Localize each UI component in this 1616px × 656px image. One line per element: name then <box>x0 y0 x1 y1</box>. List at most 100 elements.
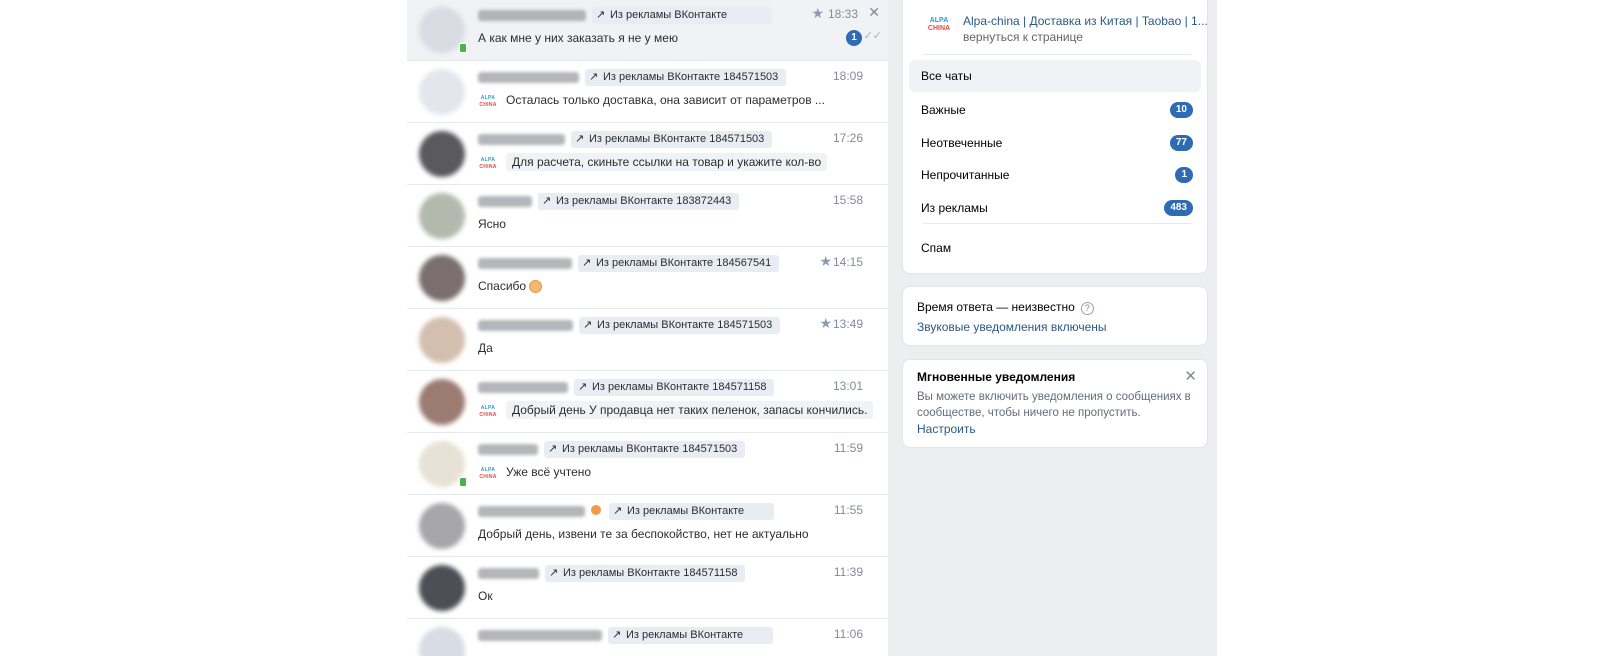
sound-notifications-link[interactable]: Звуковые уведомления включены <box>917 320 1107 334</box>
folder-count-badge: 483 <box>1164 200 1193 216</box>
ad-source-text: Из рекламы ВКонтакте <box>610 9 728 21</box>
chat-row[interactable]: ↗ Из рекламы ВКонтакте 184567541 ★ 14:15 Спа… <box>407 247 888 309</box>
arrow-up-right-icon: ↗ <box>582 257 592 269</box>
chat-row[interactable]: ↗ Из рекламы ВКонтакте 11:55 Добрый день, и… <box>407 495 888 557</box>
chat-row[interactable]: ↗ Из рекламы ВКонтакте 184571158 11:39 Ок <box>407 557 888 619</box>
avatar[interactable] <box>419 379 465 425</box>
message-time: 11:06 <box>833 627 863 641</box>
chat-row[interactable]: ↗ Из рекламы ВКонтакте 11:06 <box>407 619 888 656</box>
ad-source-badge[interactable]: ↗ Из рекламы ВКонтакте <box>608 627 773 644</box>
ad-source-text: Из рекламы ВКонтакте 184571503 <box>562 443 738 455</box>
ad-source-badge[interactable]: ↗ Из рекламы ВКонтакте 184571503 <box>585 69 787 86</box>
contact-name[interactable] <box>478 134 565 145</box>
contact-name[interactable] <box>478 320 573 331</box>
message-preview: А как мне у них заказать я не у мею <box>478 31 678 45</box>
avatar[interactable] <box>419 131 465 177</box>
ad-source-badge[interactable]: ↗ Из рекламы ВКонтакте <box>592 7 772 24</box>
avatar[interactable] <box>419 503 465 549</box>
group-logo[interactable]: ALPA CHINA <box>923 17 955 43</box>
arrow-up-right-icon: ↗ <box>589 71 599 83</box>
ad-source-text: Из рекламы ВКонтакте 184571503 <box>597 319 773 331</box>
contact-name[interactable] <box>478 444 538 455</box>
folder-item[interactable]: Все чаты <box>909 60 1201 92</box>
avatar[interactable] <box>419 69 465 115</box>
message-preview: Уже всё учтено <box>506 465 591 479</box>
folder-item[interactable]: Неотвеченные 77 <box>909 127 1201 159</box>
folder-label: Важные <box>921 103 966 117</box>
group-title-link[interactable]: Alpa-china | Доставка из Китая | Taobao … <box>963 14 1208 28</box>
ad-source-text: Из рекламы ВКонтакте <box>626 629 744 641</box>
chat-row[interactable]: ↗ Из рекламы ВКонтакте 184571503 ★ 13:49 Да <box>407 309 888 371</box>
folder-label: Из рекламы <box>921 201 988 215</box>
help-icon[interactable]: ? <box>1080 302 1094 315</box>
right-panel: ALPA CHINA Alpa-china | Доставка из Китая… <box>888 0 1217 656</box>
ad-source-badge[interactable]: ↗ Из рекламы ВКонтакте 184571158 <box>574 379 775 396</box>
ad-source-badge[interactable]: ↗ Из рекламы ВКонтакте <box>609 503 774 520</box>
ad-source-text: Из рекламы ВКонтакте 184571158 <box>592 381 767 393</box>
message-preview: Добрый день У продавца нет таких пеленок… <box>506 401 874 419</box>
back-to-page-link[interactable]: вернуться к странице <box>963 30 1083 44</box>
message-text: Ясно <box>478 217 506 231</box>
avatar[interactable] <box>419 317 465 363</box>
contact-name[interactable] <box>478 10 586 21</box>
emoji-icon <box>591 505 601 515</box>
chat-list: ↗ Из рекламы ВКонтакте ★ 18:33 ✕ А как мне у … <box>407 0 889 656</box>
chat-row[interactable]: ↗ Из рекламы ВКонтакте 184571158 13:01 ALPA… <box>407 371 888 433</box>
chat-row[interactable]: ↗ Из рекламы ВКонтакте 184571503 17:26 ALPA… <box>407 123 888 185</box>
contact-name[interactable] <box>478 258 572 269</box>
ad-source-badge[interactable]: ↗ Из рекламы ВКонтакте 184571158 <box>545 565 746 582</box>
message-text: Для расчета, скиньте ссылки на товар и у… <box>512 155 822 169</box>
message-text: Ок <box>478 589 493 603</box>
contact-name[interactable] <box>478 506 585 517</box>
avatar[interactable] <box>419 627 465 656</box>
response-time: Время ответа — неизвестно? <box>917 300 1094 315</box>
folder-count-badge: 77 <box>1169 135 1193 151</box>
contact-name[interactable] <box>478 72 579 83</box>
read-check-icon: ✓✓ <box>863 30 882 42</box>
folder-item[interactable]: Важные 10 <box>909 94 1201 126</box>
star-icon[interactable]: ★ <box>811 5 824 22</box>
chat-row[interactable]: ↗ Из рекламы ВКонтакте 183872443 15:58 Ясно <box>407 185 888 247</box>
star-icon[interactable]: ★ <box>819 253 832 270</box>
contact-name[interactable] <box>478 630 602 641</box>
star-icon[interactable]: ★ <box>819 315 832 332</box>
message-text: Добрый день, извени те за беспокойство, … <box>478 527 809 541</box>
folder-label: Непрочитанные <box>921 168 1010 182</box>
notify-title: Мгновенные уведомления <box>917 370 1076 384</box>
ad-source-text: Из рекламы ВКонтакте 184567541 <box>596 257 772 269</box>
chat-row[interactable]: ↗ Из рекламы ВКонтакте 184571503 18:09 ALPA… <box>407 61 888 123</box>
ad-source-text: Из рекламы ВКонтакте 184571503 <box>603 71 779 83</box>
message-preview: Добрый день, извени те за беспокойство, … <box>478 527 809 541</box>
ad-source-badge[interactable]: ↗ Из рекламы ВКонтакте 184567541 <box>578 255 780 272</box>
folder-item[interactable]: Непрочитанные 1 <box>909 159 1201 191</box>
avatar[interactable] <box>419 255 465 301</box>
instant-notifications-card: Мгновенные уведомления ✕ Вы можете включ… <box>902 359 1208 448</box>
group-logo-icon: ALPA CHINA <box>479 157 497 170</box>
close-icon[interactable]: ✕ <box>868 4 880 21</box>
avatar[interactable] <box>419 193 465 239</box>
ad-source-badge[interactable]: ↗ Из рекламы ВКонтакте 183872443 <box>538 193 740 210</box>
arrow-up-right-icon: ↗ <box>575 133 585 145</box>
close-icon[interactable]: ✕ <box>1184 367 1197 385</box>
ad-source-badge[interactable]: ↗ Из рекламы ВКонтакте 184571503 <box>579 317 781 334</box>
contact-name[interactable] <box>478 196 532 207</box>
avatar[interactable] <box>419 565 465 611</box>
contact-name[interactable] <box>478 568 539 579</box>
folder-count-badge: 10 <box>1169 102 1193 118</box>
ad-source-badge[interactable]: ↗ Из рекламы ВКонтакте 184571503 <box>544 441 746 458</box>
configure-link[interactable]: Настроить <box>917 422 976 436</box>
chat-row[interactable]: ↗ Из рекламы ВКонтакте 184571503 11:59 ALPA… <box>407 433 888 495</box>
folder-item[interactable]: Из рекламы 483 <box>909 192 1201 224</box>
arrow-up-right-icon: ↗ <box>548 443 558 455</box>
chat-row[interactable]: ↗ Из рекламы ВКонтакте ★ 18:33 ✕ А как мне у … <box>407 0 888 61</box>
unread-count-badge: 1 <box>846 30 862 46</box>
group-logo-icon: ALPA CHINA <box>479 95 497 108</box>
online-mobile-icon <box>459 43 467 53</box>
ad-source-badge[interactable]: ↗ Из рекламы ВКонтакте 184571503 <box>571 131 773 148</box>
group-logo-icon: ALPA CHINA <box>479 405 497 418</box>
folder-label: Спам <box>921 241 952 255</box>
folder-item[interactable]: Спам <box>909 232 1201 264</box>
message-preview: Да <box>478 341 493 355</box>
contact-name[interactable] <box>478 382 568 393</box>
ad-source-text: Из рекламы ВКонтакте <box>627 505 745 517</box>
